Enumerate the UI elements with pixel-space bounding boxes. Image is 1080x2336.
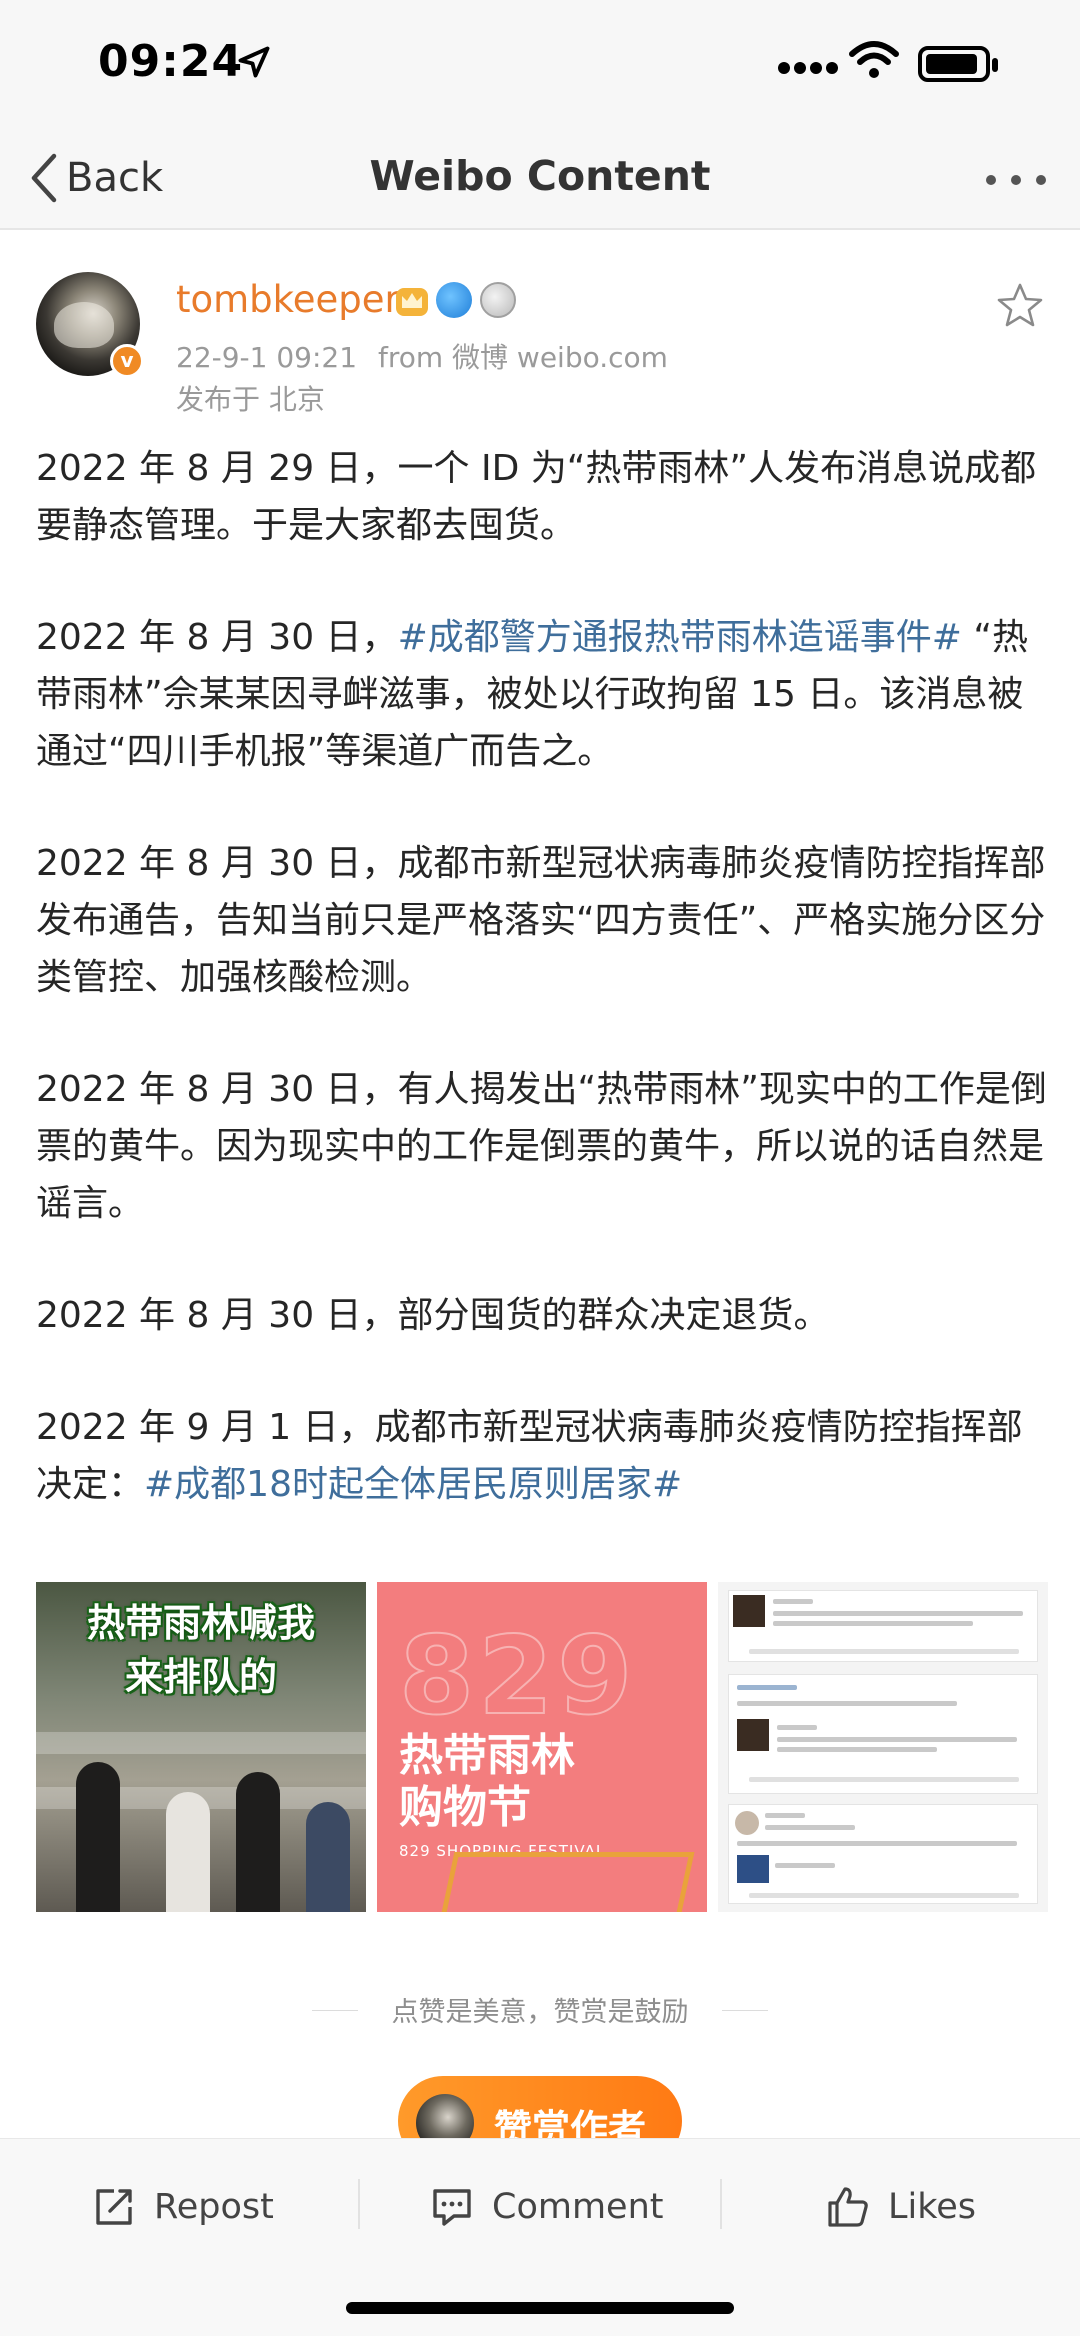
shopping-cart-icon bbox=[439, 1852, 695, 1912]
post-paragraph: 2022 年 8 月 29 日，一个 ID 为“热带雨林”人发布消息说成都要静态… bbox=[36, 448, 1037, 546]
post-paragraph: 2022 年 9 月 1 日，成都市新型冠状病毒肺炎疫情防控指挥部决定：#成都1… bbox=[36, 1407, 1023, 1505]
post-paragraph: 2022 年 8 月 30 日，成都市新型冠状病毒肺炎疫情防控指挥部发布通告，告… bbox=[36, 843, 1046, 998]
post-image-supermarket[interactable]: 热带雨林喊我 来排队的 bbox=[36, 1582, 366, 1912]
repost-icon bbox=[96, 2189, 132, 2225]
festival-title: 热带雨林 购物节 bbox=[399, 1730, 575, 1833]
hashtag-link[interactable]: #成都18时起全体居民原则居家# bbox=[144, 1464, 682, 1505]
level-badge-icon bbox=[436, 282, 472, 318]
home-indicator bbox=[346, 2302, 734, 2314]
comment-label: Comment bbox=[492, 2187, 664, 2227]
navigation-bar: Back Weibo Content bbox=[0, 130, 1080, 230]
status-time: 09:24 bbox=[98, 36, 244, 87]
favorite-star-icon[interactable] bbox=[996, 282, 1044, 328]
post-image-screenshot[interactable] bbox=[718, 1582, 1048, 1912]
post-location: 发布于 北京 bbox=[176, 383, 325, 416]
post-paragraph: 2022 年 8 月 30 日，有人揭发出“热带雨林”现实中的工作是倒票的黄牛。… bbox=[36, 1069, 1047, 1224]
repost-button[interactable]: Repost bbox=[92, 2175, 274, 2239]
post-images: 热带雨林喊我 来排队的 829 热带雨林 购物节 829 SHOPPING FE… bbox=[36, 1582, 1048, 1912]
post-time: 22-9-1 09:21 bbox=[176, 341, 358, 374]
hashtag-link[interactable]: #成都警方通报热带雨林造谣事件# bbox=[398, 617, 962, 658]
comment-icon bbox=[433, 2189, 471, 2226]
festival-number: 829 bbox=[398, 1613, 637, 1740]
username[interactable]: tombkeeper bbox=[176, 278, 400, 321]
divider bbox=[722, 2010, 768, 2011]
repost-label: Repost bbox=[154, 2187, 274, 2227]
like-button[interactable]: Likes bbox=[826, 2175, 976, 2239]
more-options-button[interactable] bbox=[986, 168, 1046, 192]
divider bbox=[720, 2179, 722, 2229]
divider bbox=[358, 2179, 360, 2229]
status-bar: 09:24 bbox=[0, 0, 1080, 130]
reward-hint: 点赞是美意，赞赏是鼓励 bbox=[391, 1997, 689, 2028]
post-paragraph: 2022 年 8 月 30 日，#成都警方通报热带雨林造谣事件# “热带雨林”佘… bbox=[36, 617, 1029, 772]
image-caption: 热带雨林喊我 来排队的 bbox=[86, 1601, 315, 1699]
comment-button[interactable]: Comment bbox=[430, 2175, 663, 2239]
battery-icon bbox=[918, 46, 998, 82]
crown-icon bbox=[396, 288, 428, 316]
thumbs-up-icon bbox=[828, 2187, 868, 2227]
post-image-shopping-festival[interactable]: 829 热带雨林 购物节 829 SHOPPING FESTIVAL bbox=[377, 1582, 707, 1912]
page-title: Weibo Content bbox=[369, 152, 711, 200]
post-meta: 22-9-1 09:21 from 微博 weibo.com bbox=[176, 336, 680, 376]
post-body: 2022 年 8 月 29 日，一个 ID 为“热带雨林”人发布消息说成都要静态… bbox=[36, 440, 1052, 1568]
post-source: from 微博 weibo.com bbox=[377, 341, 668, 374]
medal-icon bbox=[480, 282, 516, 318]
verified-badge-icon: v bbox=[110, 344, 144, 378]
location-arrow-icon bbox=[238, 46, 270, 78]
wifi-icon bbox=[849, 41, 899, 78]
likes-label: Likes bbox=[888, 2187, 977, 2227]
post-paragraph: 2022 年 8 月 30 日，部分囤货的群众决定退货。 bbox=[36, 1295, 830, 1336]
